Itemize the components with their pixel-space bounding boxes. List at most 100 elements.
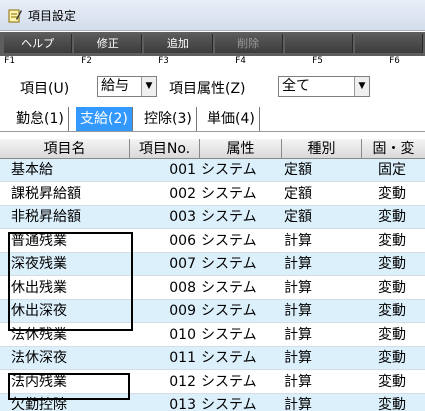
- type-cell: 計算: [284, 256, 312, 272]
- fixed-variable-cell: 変動: [378, 209, 406, 225]
- type-cell: 計算: [284, 397, 312, 411]
- fixed-variable-cell: 変動: [378, 303, 406, 319]
- fkey-label: F4: [235, 56, 246, 66]
- column-header-fixed-variable[interactable]: 固・変: [362, 139, 425, 159]
- item-name-cell: 欠勤控除: [11, 397, 67, 411]
- table-row[interactable]: 基本給 001 システム 定額 固定: [0, 159, 425, 182]
- add-button[interactable]: 追加: [144, 34, 213, 53]
- category-tabs: 勤怠(1) 支給(2) 控除(3) 単価(4): [0, 107, 425, 132]
- item-no-cell: 011: [169, 350, 196, 366]
- item-name-cell: 課税昇給額: [11, 185, 81, 202]
- type-cell: 計算: [284, 326, 312, 343]
- table-row[interactable]: 法休残業 010 システム 計算 変動: [0, 323, 425, 347]
- table-row[interactable]: 普通残業 006 システム 計算 変動: [0, 229, 425, 253]
- fixed-variable-cell: 変動: [378, 326, 406, 343]
- item-name-cell: 法休深夜: [11, 350, 67, 366]
- table-row[interactable]: 法内残業 012 システム 計算 変動: [0, 370, 425, 394]
- fixed-variable-cell: 変動: [378, 397, 406, 411]
- column-header-attribute[interactable]: 属性: [200, 139, 282, 159]
- attribute-cell: システム: [201, 303, 257, 319]
- table-row[interactable]: 深夜残業 007 システム 計算 変動: [0, 253, 425, 276]
- item-name-cell: 基本給: [11, 162, 53, 178]
- item-name-cell: 普通残業: [11, 232, 67, 249]
- table-row[interactable]: 休出残業 008 システム 計算 変動: [0, 276, 425, 300]
- item-name-cell: 深夜残業: [11, 256, 67, 272]
- fkey-label: F2: [81, 56, 92, 66]
- type-cell: 計算: [284, 373, 312, 390]
- table-row[interactable]: 課税昇給額 002 システム 定額 変動: [0, 182, 425, 206]
- fixed-variable-cell: 変動: [378, 232, 406, 249]
- notepad-icon: [8, 9, 22, 22]
- fkey-label: F6: [389, 56, 400, 66]
- item-label: 項目(U): [20, 81, 70, 97]
- type-cell: 計算: [284, 232, 312, 249]
- item-name-cell: 法休残業: [11, 326, 67, 343]
- item-no-cell: 013: [169, 397, 196, 411]
- delete-button[interactable]: 削除: [214, 34, 283, 53]
- grid-header: 項目名 項目No. 属性 種別 固・変: [0, 139, 425, 159]
- items-grid: 項目名 項目No. 属性 種別 固・変 基本給 001 システム 定額 固定 課税昇給額 0…: [0, 139, 425, 411]
- fixed-variable-cell: 変動: [378, 256, 406, 272]
- type-cell: 計算: [284, 303, 312, 319]
- attribute-cell: システム: [201, 373, 257, 390]
- fkey-label: F1: [4, 56, 15, 66]
- f5-button[interactable]: [284, 34, 353, 53]
- tab-deduction[interactable]: 控除(3): [140, 107, 197, 131]
- attribute-cell: システム: [201, 162, 257, 178]
- attribute-cell: システム: [201, 209, 257, 225]
- type-cell: 定額: [284, 162, 312, 178]
- column-header-name[interactable]: 項目名: [0, 139, 130, 159]
- item-no-cell: 008: [169, 279, 196, 296]
- table-row[interactable]: 欠勤控除 013 システム 計算 変動: [0, 394, 425, 411]
- attribute-cell: システム: [201, 256, 257, 272]
- item-no-cell: 003: [169, 209, 196, 225]
- item-no-cell: 002: [169, 185, 196, 202]
- attribute-cell: システム: [201, 232, 257, 249]
- item-name-cell: 休出残業: [11, 279, 67, 296]
- item-name-cell: 法内残業: [11, 373, 67, 390]
- item-select-value: 給与: [101, 78, 129, 94]
- type-cell: 計算: [284, 350, 312, 366]
- f6-button[interactable]: [354, 34, 424, 53]
- tab-unit-price[interactable]: 単価(4): [203, 107, 260, 131]
- column-header-type[interactable]: 種別: [282, 139, 362, 159]
- fixed-variable-cell: 変動: [378, 185, 406, 202]
- item-select[interactable]: 給与 ▼: [97, 76, 157, 97]
- fkey-label: F5: [312, 56, 323, 66]
- type-cell: 定額: [284, 185, 312, 202]
- function-key-labels: F1 F2 F3 F4 F5 F6: [0, 56, 425, 68]
- attribute-select-value: 全て: [282, 78, 310, 94]
- item-no-cell: 006: [169, 232, 196, 249]
- attribute-select[interactable]: 全て ▼: [278, 76, 370, 97]
- edit-button[interactable]: 修正: [74, 34, 143, 53]
- type-cell: 計算: [284, 279, 312, 296]
- item-no-cell: 012: [169, 373, 196, 390]
- attribute-cell: システム: [201, 326, 257, 343]
- tab-payment[interactable]: 支給(2): [76, 107, 133, 131]
- chevron-down-icon[interactable]: ▼: [354, 77, 369, 96]
- help-button[interactable]: ヘルプ: [4, 34, 73, 53]
- item-no-cell: 010: [169, 326, 196, 343]
- table-row[interactable]: 非税昇給額 003 システム 定額 変動: [0, 206, 425, 229]
- function-key-toolbar: ヘルプ 修正 追加 削除: [0, 32, 425, 56]
- tab-attendance[interactable]: 勤怠(1): [12, 107, 69, 131]
- type-cell: 定額: [284, 209, 312, 225]
- table-row[interactable]: 休出深夜 009 システム 計算 変動: [0, 300, 425, 323]
- attribute-label: 項目属性(Z): [169, 81, 246, 97]
- item-name-cell: 休出深夜: [11, 303, 67, 319]
- item-no-cell: 001: [169, 162, 196, 178]
- filter-row: 項目(U) 給与 ▼ 項目属性(Z) 全て ▼: [0, 76, 425, 98]
- attribute-cell: システム: [201, 185, 257, 202]
- item-no-cell: 007: [169, 256, 196, 272]
- title-bar: 項目設定: [0, 0, 425, 31]
- fkey-label: F3: [158, 56, 169, 66]
- table-row[interactable]: 法休深夜 011 システム 計算 変動: [0, 347, 425, 370]
- fixed-variable-cell: 変動: [378, 350, 406, 366]
- column-header-no[interactable]: 項目No.: [130, 139, 200, 159]
- attribute-cell: システム: [201, 350, 257, 366]
- fixed-variable-cell: 固定: [378, 162, 406, 178]
- item-no-cell: 009: [169, 303, 196, 319]
- attribute-cell: システム: [201, 397, 257, 411]
- fixed-variable-cell: 変動: [378, 373, 406, 390]
- chevron-down-icon[interactable]: ▼: [141, 77, 156, 96]
